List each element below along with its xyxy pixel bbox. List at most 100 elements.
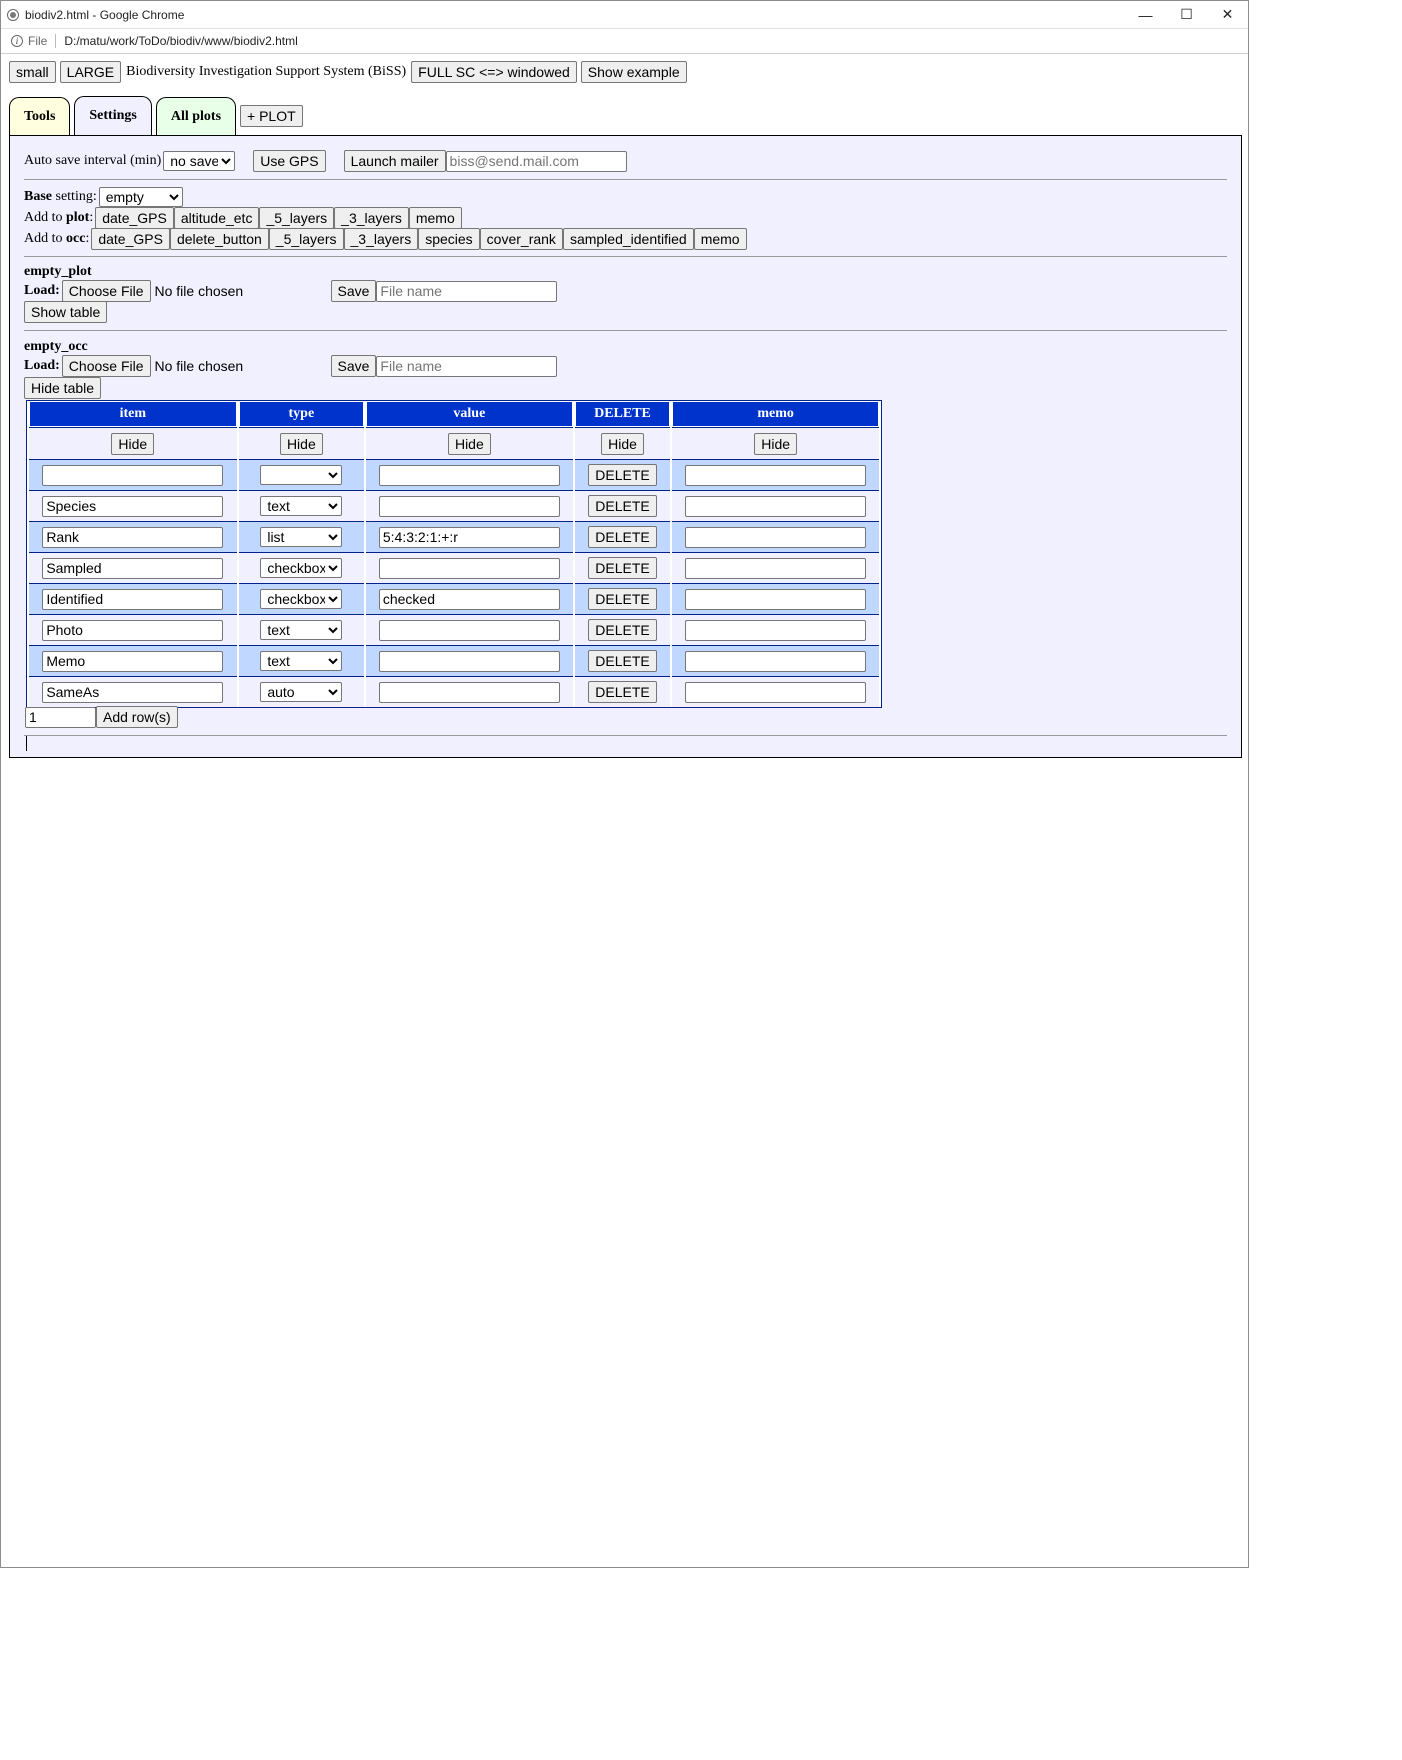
fullscreen-toggle-button[interactable]: FULL SC <=> windowed <box>411 61 577 83</box>
add-plot-button[interactable]: + PLOT <box>240 105 303 127</box>
occ-sampled-identified-button[interactable]: sampled_identified <box>562 228 694 250</box>
plot-memo-button[interactable]: memo <box>408 207 462 229</box>
hide-item-column-button[interactable]: Hide <box>111 432 155 455</box>
item-input[interactable] <box>42 681 224 703</box>
type-select[interactable] <box>260 465 343 485</box>
occ-memo-button[interactable]: memo <box>693 228 747 250</box>
plot-file-picker[interactable]: Choose File No file chosen <box>61 280 331 302</box>
plot-save-button[interactable]: Save <box>330 280 377 302</box>
base-setting-label: Base setting: <box>24 189 97 204</box>
show-table-button[interactable]: Show table <box>24 301 108 323</box>
plot-choose-file-button[interactable]: Choose File <box>61 280 151 302</box>
autosave-select[interactable]: no save <box>163 151 236 171</box>
url-text[interactable]: D:/matu/work/ToDo/biodiv/www/biodiv2.htm… <box>64 34 297 48</box>
plot-load-label: Load: <box>24 283 60 298</box>
memo-input[interactable] <box>685 588 867 610</box>
delete-row-button[interactable]: DELETE <box>588 650 657 672</box>
type-select[interactable]: text <box>260 620 343 640</box>
delete-row-button[interactable]: DELETE <box>588 495 657 517</box>
value-input[interactable] <box>378 526 560 548</box>
memo-input[interactable] <box>685 526 867 548</box>
hide-value-column-button[interactable]: Hide <box>447 432 491 455</box>
hide-columns-row: Hide Hide Hide Hide Hide <box>29 427 879 459</box>
url-scheme: File <box>28 34 48 48</box>
value-input[interactable] <box>378 681 560 703</box>
type-select[interactable]: checkbox <box>260 558 343 578</box>
memo-input[interactable] <box>685 650 867 672</box>
tab-settings[interactable]: Settings <box>74 96 152 135</box>
item-input[interactable] <box>42 557 224 579</box>
type-select[interactable]: text <box>260 496 343 516</box>
memo-input[interactable] <box>685 619 867 641</box>
use-gps-button[interactable]: Use GPS <box>253 150 326 172</box>
occ-species-button[interactable]: species <box>418 228 480 250</box>
table-row: text DELETE <box>29 490 879 521</box>
column-header-type: type <box>238 401 365 427</box>
type-select[interactable]: text <box>260 651 343 671</box>
delete-row-button[interactable]: DELETE <box>588 588 657 610</box>
occ-delete-button-button[interactable]: delete_button <box>169 228 269 250</box>
delete-row-button[interactable]: DELETE <box>588 526 657 548</box>
mail-address-input[interactable] <box>445 150 627 172</box>
occ-5-layers-button[interactable]: _5_layers <box>268 228 344 250</box>
type-select[interactable]: list <box>260 527 343 547</box>
item-input[interactable] <box>42 650 224 672</box>
item-input[interactable] <box>42 619 224 641</box>
add-rows-button[interactable]: Add row(s) <box>96 706 178 728</box>
plot-5-layers-button[interactable]: _5_layers <box>259 207 335 229</box>
type-select[interactable]: checkbox <box>260 589 343 609</box>
row-count-input[interactable] <box>25 706 96 728</box>
plot-file-name-input[interactable] <box>376 280 558 302</box>
occ-cover-rank-button[interactable]: cover_rank <box>479 228 563 250</box>
value-input[interactable] <box>378 495 560 517</box>
memo-input[interactable] <box>685 464 867 486</box>
memo-input[interactable] <box>685 495 867 517</box>
table-row: checkbox DELETE <box>29 583 879 614</box>
tab-tools[interactable]: Tools <box>9 97 71 135</box>
table-row: text DELETE <box>29 645 879 676</box>
item-input[interactable] <box>42 464 224 486</box>
occ-file-picker[interactable]: Choose File No file chosen <box>61 355 331 377</box>
launch-mailer-button[interactable]: Launch mailer <box>343 150 446 172</box>
delete-row-button[interactable]: DELETE <box>588 681 657 703</box>
value-input[interactable] <box>378 464 560 486</box>
memo-input[interactable] <box>685 681 867 703</box>
occ-file-name-input[interactable] <box>376 355 558 377</box>
tab-all-plots[interactable]: All plots <box>155 97 237 135</box>
hide-memo-column-button[interactable]: Hide <box>754 432 798 455</box>
memo-input[interactable] <box>685 557 867 579</box>
value-input[interactable] <box>378 557 560 579</box>
base-setting-select[interactable]: empty <box>98 187 183 207</box>
occ-no-file-text: No file chosen <box>154 358 244 374</box>
maximize-button[interactable]: ☐ <box>1166 1 1207 28</box>
delete-row-button[interactable]: DELETE <box>588 557 657 579</box>
plot-altitude-etc-button[interactable]: altitude_etc <box>173 207 260 229</box>
value-input[interactable] <box>378 588 560 610</box>
close-button[interactable]: ✕ <box>1207 1 1248 28</box>
info-icon[interactable]: i <box>11 35 23 47</box>
plot-date-gps-button[interactable]: date_GPS <box>95 207 174 229</box>
item-input[interactable] <box>42 588 224 610</box>
browser-window: biodiv2.html - Google Chrome — ☐ ✕ i Fil… <box>0 0 1249 1568</box>
address-bar[interactable]: i File D:/matu/work/ToDo/biodiv/www/biod… <box>1 28 1248 54</box>
table-header-row: item type value DELETE memo <box>29 401 879 427</box>
plot-3-layers-button[interactable]: _3_layers <box>334 207 409 229</box>
delete-row-button[interactable]: DELETE <box>588 464 657 486</box>
small-button[interactable]: small <box>9 61 56 83</box>
type-select[interactable]: auto <box>260 682 343 702</box>
occ-save-button[interactable]: Save <box>330 355 377 377</box>
occ-choose-file-button[interactable]: Choose File <box>61 355 151 377</box>
item-input[interactable] <box>42 495 224 517</box>
show-example-button[interactable]: Show example <box>580 61 687 83</box>
delete-row-button[interactable]: DELETE <box>588 619 657 641</box>
occ-date-gps-button[interactable]: date_GPS <box>91 228 170 250</box>
hide-table-button[interactable]: Hide table <box>24 377 102 399</box>
occ-3-layers-button[interactable]: _3_layers <box>343 228 419 250</box>
hide-delete-column-button[interactable]: Hide <box>601 432 644 455</box>
value-input[interactable] <box>378 650 560 672</box>
value-input[interactable] <box>378 619 560 641</box>
hide-type-column-button[interactable]: Hide <box>279 432 323 455</box>
minimize-button[interactable]: — <box>1125 1 1166 28</box>
large-button[interactable]: LARGE <box>59 61 122 83</box>
item-input[interactable] <box>42 526 224 548</box>
